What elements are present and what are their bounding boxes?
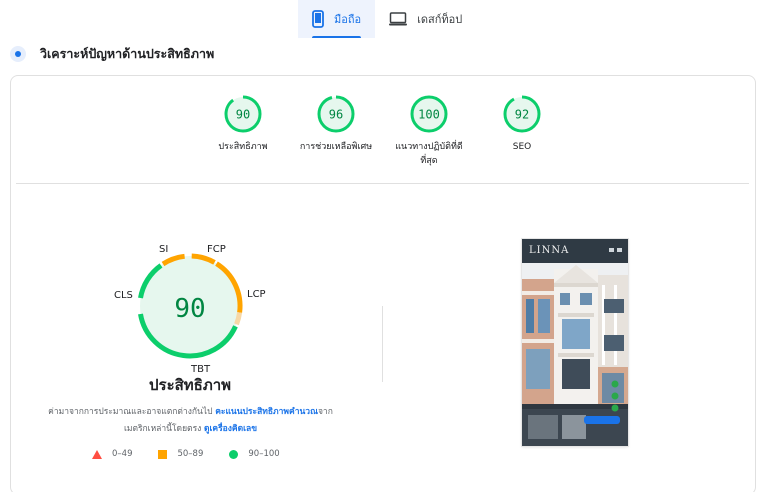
tab-mobile-label: มือถือ [334, 13, 362, 26]
legend-fail: 0–49 [92, 449, 132, 459]
metric-cls-label[interactable]: CLS [114, 290, 133, 301]
metric-fcp-label[interactable]: FCP [207, 244, 226, 255]
lcp-remaining-segment [234, 312, 243, 326]
tab-mobile[interactable]: มือถือ [298, 0, 376, 38]
building-image [522, 239, 628, 446]
section-divider [16, 183, 749, 184]
score-gauge-best-practices[interactable]: 100 แนวทางปฏิบัติที่ดี ที่สุด [379, 94, 479, 168]
metric-lcp-label[interactable]: LCP [247, 289, 266, 300]
score-label: การช่วยเหลือพิเศษ [299, 142, 373, 152]
legend-average-range: 50–89 [177, 449, 204, 459]
score-gauge-seo[interactable]: 92 SEO [472, 94, 572, 154]
vertical-divider [382, 306, 383, 382]
desc-text-2: จาก [317, 407, 333, 417]
category-scores: 90 ประสิทธิภาพ 96 การช่วยเหลือพิเศษ 100 … [0, 94, 768, 178]
performance-score: 90 [174, 294, 205, 324]
site-header: LINNA [522, 239, 628, 263]
score-value: 92 [515, 108, 529, 122]
tab-desktop-label: เดสก์ท็อป [417, 13, 463, 26]
score-label: SEO [512, 142, 532, 152]
performance-gauge: 90 SI FCP LCP TBT CLS [108, 238, 272, 378]
square-icon [158, 449, 168, 459]
score-value: 96 [329, 108, 343, 122]
score-legend: 0–49 50–89 90–100 [92, 449, 312, 459]
legend-pass: 90–100 [229, 449, 280, 459]
score-value: 90 [236, 108, 250, 122]
score-gauge-performance[interactable]: 90 ประสิทธิภาพ [193, 94, 293, 154]
score-label: ประสิทธิภาพ [218, 142, 268, 152]
legend-average: 50–89 [158, 449, 203, 459]
score-value: 100 [418, 108, 440, 122]
score-label-line-2: ที่สุด [420, 156, 438, 166]
metric-si-label[interactable]: SI [159, 244, 168, 255]
performance-description: ค่ามาจากการประมาณและอาจแตกต่างกันไป คะแน… [38, 404, 343, 438]
calculator-link[interactable]: ดูเครื่องคิดเลข [204, 424, 257, 434]
menu-icon [606, 248, 622, 252]
site-brand: LINNA [529, 245, 570, 256]
circle-icon [229, 449, 239, 459]
tab-desktop[interactable]: เดสก์ท็อป [375, 0, 476, 38]
device-tabs: มือถือ เดสก์ท็อป [298, 0, 476, 38]
desc-text-1: ค่ามาจากการประมาณและอาจแตกต่างกันไป [48, 407, 216, 417]
desc-text-3: เมตริกเหล่านี้โดยตรง [123, 424, 204, 434]
final-screenshot[interactable]: LINNA [522, 239, 628, 446]
mobile-icon [312, 10, 324, 28]
score-label-line-1: แนวทางปฏิบัติที่ดี [395, 142, 463, 152]
legend-pass-range: 90–100 [248, 449, 280, 459]
triangle-icon [92, 449, 102, 459]
score-label: แนวทางปฏิบัติที่ดี ที่สุด [379, 140, 479, 168]
desktop-icon [389, 12, 408, 26]
section-title: วิเคราะห์ปัญหาด้านประสิทธิภาพ [40, 46, 215, 61]
diagnose-indicator-icon [10, 46, 26, 62]
perf-calc-link[interactable]: คะแนนประสิทธิภาพคำนวณ [215, 407, 318, 417]
performance-title: ประสิทธิภาพ [148, 376, 232, 394]
legend-fail-range: 0–49 [112, 449, 133, 459]
score-gauge-accessibility[interactable]: 96 การช่วยเหลือพิเศษ [286, 94, 386, 154]
chat-chip [584, 416, 620, 424]
section-header: วิเคราะห์ปัญหาด้านประสิทธิภาพ [10, 44, 214, 64]
